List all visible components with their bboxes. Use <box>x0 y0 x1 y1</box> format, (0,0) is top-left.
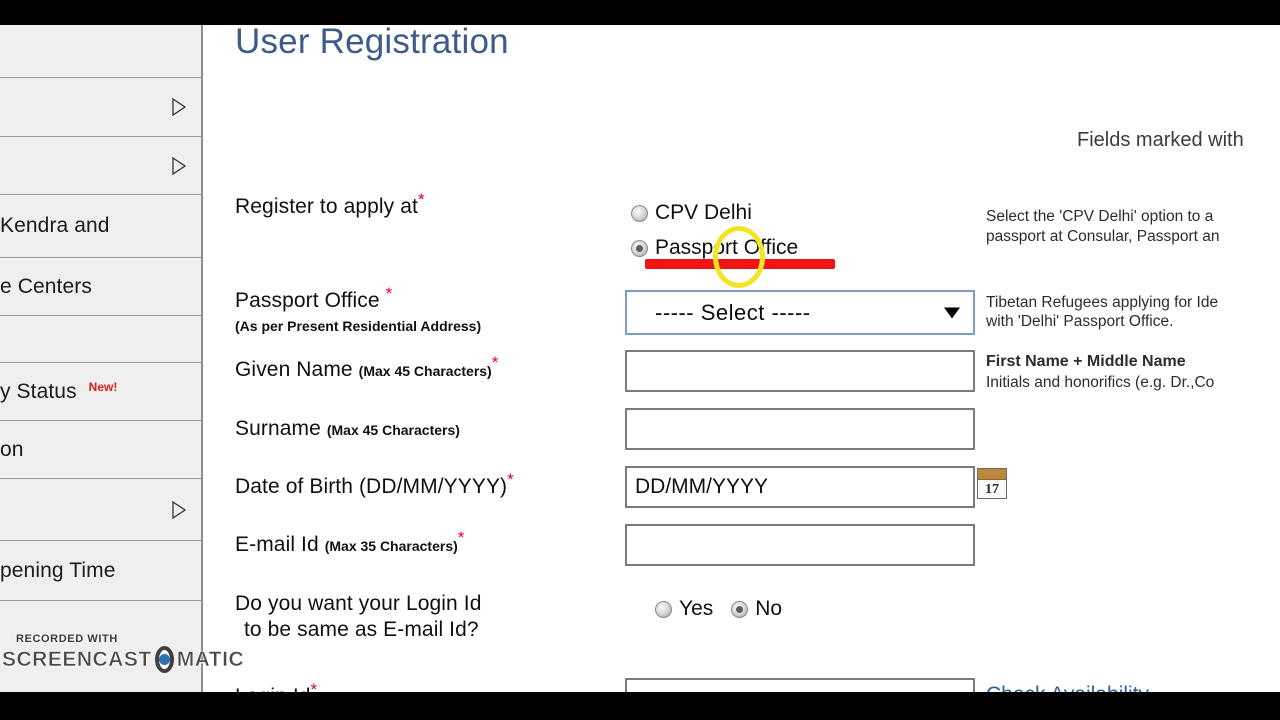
login-same-label: Do you want your Login Id to be same as … <box>235 592 482 641</box>
register-at-help-line2: passport at Consular, Passport an <box>986 228 1220 245</box>
chevron-down-icon[interactable] <box>944 307 960 318</box>
check-availability-link[interactable]: Check Availability <box>986 683 1149 692</box>
passport-office-selected-value: ----- Select ----- <box>655 299 811 325</box>
letterbox-top <box>0 0 1280 25</box>
sidebar-item-1[interactable] <box>0 78 201 137</box>
given-name-help: Initials and honorifics (e.g. Dr.,Co <box>986 374 1215 391</box>
sidebar-item-3[interactable]: Kendra and <box>0 195 201 258</box>
passport-office-label: Passport Office * <box>235 284 393 312</box>
radio-label: CPV Delhi <box>655 201 752 224</box>
page-title: User Registration <box>235 25 509 61</box>
radio-label: No <box>755 597 783 620</box>
radio-icon-selected[interactable] <box>631 239 648 257</box>
main-content: User Registration Fields marked with Reg… <box>205 25 1280 692</box>
login-same-radio-group[interactable]: Yes No <box>655 597 800 621</box>
dob-input[interactable] <box>625 466 975 508</box>
given-name-label: Given Name (Max 45 Characters)* <box>235 353 499 381</box>
sidebar-item-label: e Centers <box>0 274 92 298</box>
given-name-help-bold: First Name + Middle Name <box>986 353 1186 370</box>
sidebar-item-10[interactable] <box>0 601 201 681</box>
email-input[interactable] <box>625 524 975 566</box>
sidebar-item-6[interactable]: y Status New! <box>0 363 201 421</box>
radio-icon-selected[interactable] <box>731 600 749 618</box>
letterbox-bottom <box>0 692 1280 720</box>
radio-label: Yes <box>679 597 714 620</box>
yellow-circle-annotation <box>713 226 765 288</box>
chevron-right-icon <box>171 500 187 520</box>
passport-office-help-line1: Tibetan Refugees applying for Ide <box>986 294 1219 311</box>
passport-office-help-line2: with 'Delhi' Passport Office. <box>986 313 1174 330</box>
status-badge-new: New! <box>88 379 118 394</box>
sidebar-item-9[interactable]: pening Time <box>0 541 201 601</box>
given-name-input[interactable] <box>625 350 975 392</box>
login-id-input[interactable] <box>625 678 975 692</box>
sidebar-item-label: on <box>0 437 24 461</box>
sidebar-item-label: Kendra and <box>0 214 110 237</box>
sidebar-item-2[interactable] <box>0 137 201 195</box>
radio-login-same-yes[interactable]: Yes <box>655 597 713 621</box>
email-label: E-mail Id (Max 35 Characters)* <box>235 528 465 556</box>
surname-input[interactable] <box>625 408 975 450</box>
sidebar-item-4[interactable]: e Centers <box>0 258 201 316</box>
dob-label: Date of Birth (DD/MM/YYYY)* <box>235 470 514 498</box>
sidebar-item-8[interactable] <box>0 479 201 541</box>
login-id-label: Login Id* <box>235 680 318 692</box>
calendar-icon-header <box>978 469 1006 480</box>
passport-office-sublabel: (As per Present Residential Address) <box>235 318 482 334</box>
sidebar-item-label: pening Time <box>0 558 116 582</box>
radio-cpv-delhi[interactable]: CPV Delhi <box>631 201 798 225</box>
sidebar-item-5[interactable] <box>0 316 201 363</box>
required-fields-note: Fields marked with <box>1077 129 1244 151</box>
calendar-icon-day: 17 <box>985 482 999 497</box>
browser-page: Kendra and e Centers y Status New! on pe… <box>0 25 1280 692</box>
passport-office-select[interactable]: ----- Select ----- <box>625 290 975 335</box>
radio-icon[interactable] <box>631 204 648 222</box>
calendar-icon[interactable]: 17 <box>977 468 1007 499</box>
register-at-help-line1: Select the 'CPV Delhi' option to a <box>986 208 1214 225</box>
chevron-right-icon <box>171 97 187 117</box>
left-sidebar: Kendra and e Centers y Status New! on pe… <box>0 25 203 692</box>
radio-login-same-no[interactable]: No <box>731 597 782 621</box>
surname-label: Surname (Max 45 Characters) <box>235 417 460 440</box>
radio-icon[interactable] <box>655 600 672 618</box>
sidebar-item-label: y Status <box>0 379 77 403</box>
chevron-right-icon <box>171 156 187 176</box>
register-at-label: Register to apply at* <box>235 190 425 218</box>
sidebar-item-7[interactable]: on <box>0 421 201 479</box>
screen-capture: Kendra and e Centers y Status New! on pe… <box>0 0 1280 720</box>
sidebar-item-0[interactable] <box>0 25 201 78</box>
